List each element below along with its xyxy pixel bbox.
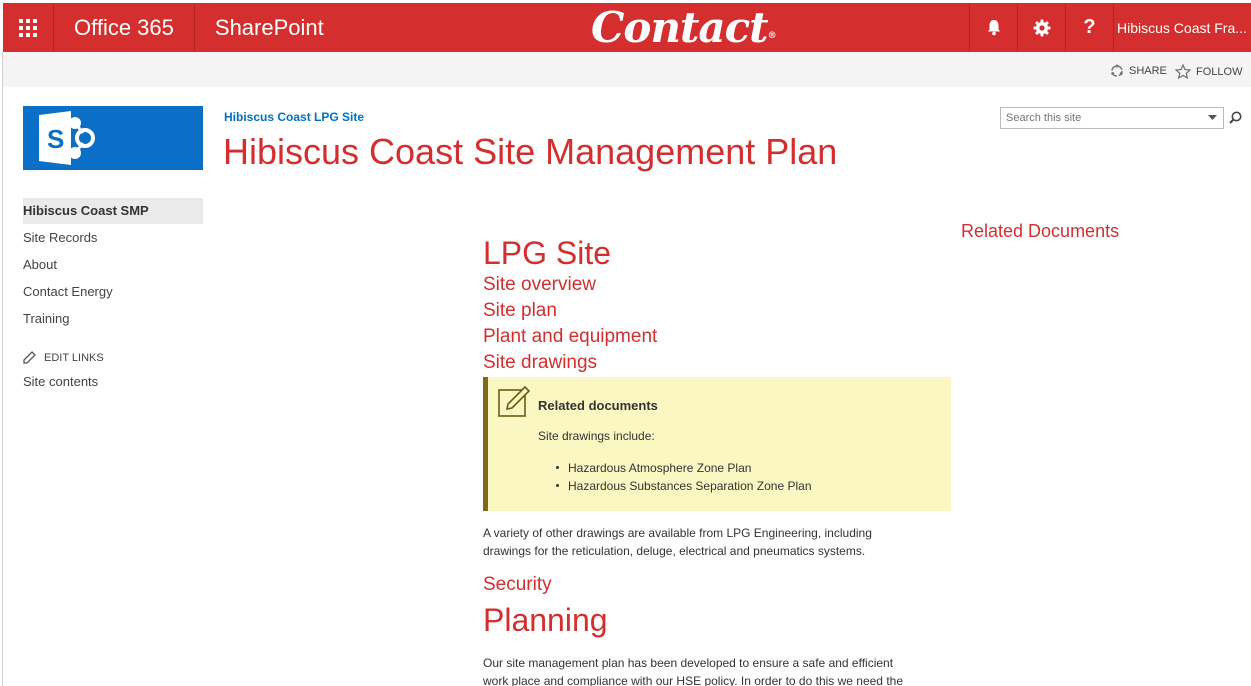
logo-text: Contact [591, 3, 769, 52]
edit-links-label: EDIT LINKS [44, 351, 104, 364]
chevron-down-icon[interactable] [1208, 115, 1217, 121]
list-item: Hazardous Atmosphere Zone Plan [556, 459, 812, 477]
planning-paragraph: Our site management plan has been develo… [483, 654, 953, 686]
sharepoint-logo-icon: S [39, 111, 95, 165]
callout-title: Related documents [538, 398, 658, 413]
user-name: Hibiscus Coast Fra... [1117, 19, 1247, 36]
search-icon[interactable] [1229, 111, 1242, 124]
app-launcher-button[interactable] [3, 3, 54, 52]
list-item: Hazardous Substances Separation Zone Pla… [556, 479, 812, 493]
callout-list: Hazardous Atmosphere Zone Plan Hazardous… [556, 459, 812, 495]
gear-icon [1033, 19, 1050, 36]
suite-bar: Office 365 SharePoint Contact ® ? Hibisc… [3, 3, 1251, 52]
related-documents-callout: Related documents Site drawings include:… [483, 377, 951, 511]
edit-note-icon [498, 386, 530, 417]
waffle-icon [19, 18, 37, 37]
help-button[interactable]: ? [1065, 3, 1113, 52]
link-security[interactable]: Security [483, 574, 552, 596]
search-input[interactable] [1001, 112, 1201, 124]
page-title: Hibiscus Coast Site Management Plan [223, 131, 838, 172]
drawings-paragraph: A variety of other drawings are availabl… [483, 524, 953, 560]
paragraph-line: drawings for the reticulation, deluge, e… [483, 544, 866, 558]
callout-text: Site drawings include: [538, 429, 655, 443]
planning-heading: Planning [483, 602, 608, 638]
edit-links-button[interactable]: EDIT LINKS [23, 351, 104, 364]
link-plant-and-equipment[interactable]: Plant and equipment [483, 324, 953, 350]
logo-registered-mark: ® [767, 30, 777, 41]
follow-button[interactable]: FOLLOW [1175, 64, 1242, 79]
related-documents-heading: Related Documents [961, 221, 1120, 241]
nav-item-site-records[interactable]: Site Records [23, 224, 203, 251]
nav-item-hibiscus-coast-smp[interactable]: Hibiscus Coast SMP [23, 198, 203, 224]
sharepoint-link[interactable]: SharePoint [195, 3, 344, 52]
paragraph-line: A variety of other drawings are availabl… [483, 526, 872, 540]
follow-label: FOLLOW [1196, 65, 1243, 78]
breadcrumb-link[interactable]: Hibiscus Coast LPG Site [224, 110, 364, 124]
link-site-drawings[interactable]: Site drawings [483, 350, 953, 376]
section-heading: LPG Site [483, 235, 612, 271]
share-icon [1111, 64, 1123, 77]
share-button[interactable]: SHARE [1110, 64, 1167, 78]
page-border [2, 52, 3, 686]
settings-button[interactable] [1017, 3, 1065, 52]
suite-right-group: ? Hibiscus Coast Fra... [969, 3, 1251, 52]
site-contents-link[interactable]: Site contents [23, 374, 98, 389]
action-bar: SHARE FOLLOW [3, 52, 1251, 87]
user-menu[interactable]: Hibiscus Coast Fra... [1113, 3, 1251, 52]
nav-item-training[interactable]: Training [23, 305, 203, 332]
bell-icon [987, 20, 1000, 36]
logo-letter: S [47, 124, 64, 154]
link-site-plan[interactable]: Site plan [483, 298, 953, 324]
search-box [1000, 107, 1224, 129]
pencil-icon [23, 351, 36, 364]
site-logo[interactable]: S [23, 106, 203, 170]
nav-item-contact-energy[interactable]: Contact Energy [23, 278, 203, 305]
main-content: LPG Site Site overview Site plan Plant a… [483, 232, 953, 376]
paragraph-line: Our site management plan has been develo… [483, 656, 894, 670]
link-site-overview[interactable]: Site overview [483, 272, 953, 298]
star-icon [1175, 64, 1191, 79]
share-label: SHARE [1129, 65, 1167, 77]
notifications-button[interactable] [969, 3, 1017, 52]
paragraph-line: work place and compliance with our HSE p… [483, 674, 903, 686]
nav-item-about[interactable]: About [23, 251, 203, 278]
left-nav: Hibiscus Coast SMP Site Records About Co… [23, 198, 203, 332]
question-icon: ? [1083, 16, 1096, 38]
office-365-link[interactable]: Office 365 [54, 3, 195, 52]
contact-logo: Contact ® [591, 3, 777, 52]
